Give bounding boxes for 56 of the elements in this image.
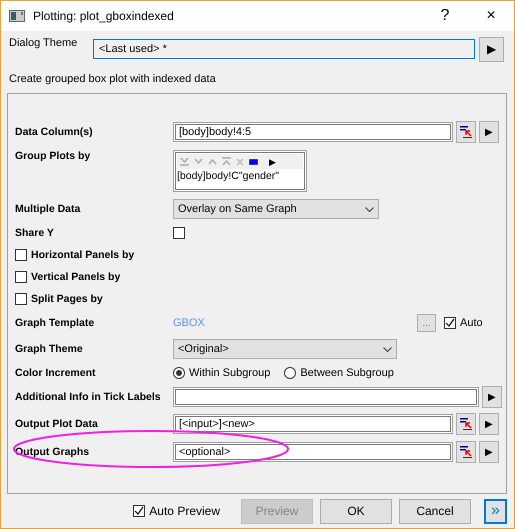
checkbox-label: Horizontal Panels by [31, 249, 134, 261]
checkbox-label: Vertical Panels by [31, 271, 120, 283]
radio-label: Within Subgroup [189, 367, 270, 379]
description: Create grouped box plot with indexed data [8, 72, 217, 87]
field-label: Share Y [15, 227, 55, 239]
radio-button[interactable] [173, 367, 185, 379]
dropdown[interactable]: Overlay on Same Graph [173, 199, 379, 219]
input-field[interactable]: [<input>]<new> [173, 414, 453, 434]
chevron-icon [383, 346, 392, 352]
close-button[interactable]: × [468, 1, 514, 31]
arrow-button[interactable]: ▶ [479, 121, 499, 143]
arrow-button[interactable]: ▶ [479, 413, 499, 435]
group-list[interactable]: ▶ [body]body!C"gender" [173, 150, 307, 192]
browse-button[interactable] [456, 121, 476, 143]
checkbox[interactable] [133, 505, 146, 517]
theme-label: Dialog Theme [9, 37, 78, 49]
arrow-button[interactable]: ▶ [269, 156, 276, 166]
checkbox[interactable] [173, 227, 185, 239]
input-field[interactable]: <optional> [173, 442, 453, 462]
window-title: Plotting: plot_gboxindexed [33, 9, 175, 23]
checkbox-label: Auto Preview [149, 504, 220, 518]
field-label: Group Plots by [15, 150, 92, 162]
column-picker-icon [459, 445, 473, 459]
checkbox[interactable] [15, 293, 27, 305]
field-label: Graph Theme [15, 343, 84, 355]
field-label: Data Column(s) [15, 126, 94, 138]
field-label: Multiple Data [15, 203, 82, 215]
arrow-button[interactable]: ▶ [479, 36, 504, 62]
field-label: Additional Info in Tick Labels [15, 391, 162, 403]
checkbox[interactable] [15, 271, 27, 283]
radio-label: Between Subgroup [300, 367, 394, 379]
app-icon [9, 10, 25, 22]
arrow-button[interactable]: ▶ [482, 386, 502, 408]
column-picker-icon [459, 125, 473, 139]
input-field[interactable]: [body]body!4:5 [173, 122, 453, 142]
dropdown[interactable]: <Original> [173, 339, 397, 359]
browse-button[interactable] [456, 413, 476, 435]
rectangle-icon[interactable] [249, 158, 258, 164]
checkbox[interactable] [15, 249, 27, 261]
browse-button[interactable] [456, 441, 476, 463]
field-label: Graph Template [15, 317, 96, 329]
arrow-button[interactable]: ▶ [479, 441, 499, 463]
dialog-button[interactable]: Cancel [399, 498, 471, 524]
input-field[interactable] [173, 387, 479, 407]
help-button[interactable]: ? [422, 1, 468, 31]
group-column[interactable]: [body]body!C"gender" [177, 170, 303, 182]
column-picker-icon [459, 417, 473, 431]
checkbox-label: Split Pages by [31, 293, 103, 305]
checkbox[interactable] [444, 317, 456, 329]
theme-field[interactable]: <Last used> * [93, 39, 475, 59]
field-label: Output Plot Data [15, 418, 99, 430]
field-label: Color Increment [15, 367, 97, 379]
dialog-button[interactable]: OK [320, 498, 392, 524]
chevron-icon [365, 206, 374, 212]
checkbox-label: Auto [460, 317, 483, 329]
radio-button[interactable] [284, 367, 296, 379]
